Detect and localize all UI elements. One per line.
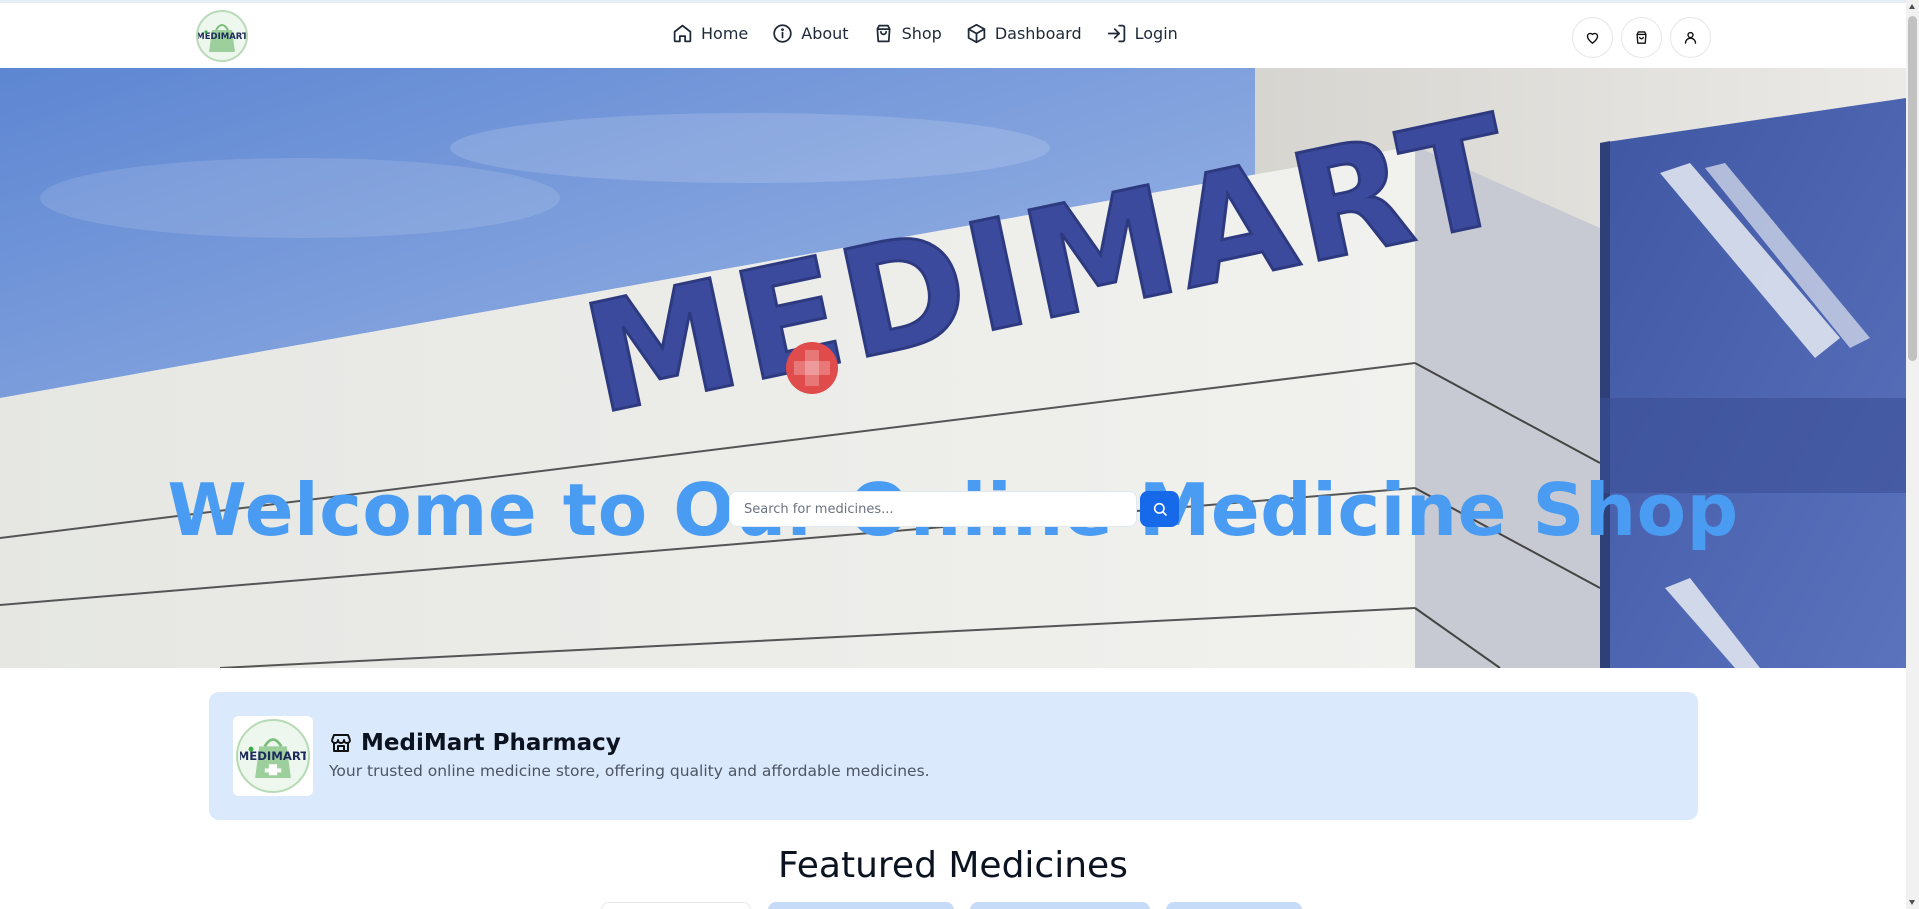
nav-login[interactable]: Login — [1106, 23, 1178, 44]
user-icon — [1684, 31, 1697, 44]
scroll-thumb[interactable] — [1908, 16, 1917, 361]
hero-building-image: MEDIMART — [0, 68, 1906, 668]
nav-shop-label: Shop — [901, 24, 942, 43]
navbar: MEDIMART Home About Shop Dashboard Login — [0, 3, 1906, 68]
search-bar — [729, 491, 1179, 527]
store-info-card: MEDIMART MediMart Pharmacy Your trusted … — [209, 692, 1698, 820]
featured-medicines-heading: Featured Medicines — [778, 845, 1128, 886]
nav-home-label: Home — [701, 24, 749, 43]
search-input[interactable] — [729, 491, 1137, 527]
product-card[interactable] — [1166, 902, 1302, 909]
nav-home[interactable]: Home — [672, 23, 748, 44]
heart-icon — [1586, 32, 1599, 44]
account-button[interactable] — [1670, 17, 1711, 58]
search-button[interactable] — [1140, 491, 1179, 527]
store-logo: MEDIMART — [233, 716, 313, 796]
store-description: Your trusted online medicine store, offe… — [329, 762, 930, 780]
hero-banner: MEDIMART Welcome to Our Online Medicine … — [0, 68, 1906, 668]
login-icon — [1107, 24, 1125, 43]
product-card[interactable] — [601, 902, 751, 909]
page-scrollbar[interactable] — [1906, 0, 1919, 909]
wishlist-button[interactable] — [1572, 17, 1613, 58]
product-card[interactable] — [970, 902, 1150, 909]
svg-text:MEDIMART: MEDIMART — [198, 32, 246, 42]
nav-about[interactable]: About — [772, 23, 849, 44]
nav-login-label: Login — [1134, 24, 1178, 43]
store-name: MediMart Pharmacy — [361, 730, 621, 756]
nav-actions — [1572, 17, 1711, 58]
cart-icon — [1636, 31, 1647, 44]
info-icon — [773, 24, 792, 43]
shopping-bag-icon — [876, 24, 891, 43]
scroll-down-arrow-icon[interactable] — [1909, 900, 1915, 905]
medimart-logo-icon: MEDIMART — [198, 24, 246, 52]
product-card[interactable] — [768, 902, 954, 909]
home-icon — [673, 24, 692, 43]
nav-dashboard[interactable]: Dashboard — [966, 23, 1082, 44]
nav-about-label: About — [801, 24, 849, 43]
scroll-up-arrow-icon[interactable] — [1909, 4, 1915, 9]
medimart-logo-icon: MEDIMART — [240, 738, 306, 778]
main-nav: Home About Shop Dashboard Login — [672, 23, 1178, 44]
brand-logo[interactable]: MEDIMART — [196, 10, 248, 62]
package-icon — [967, 23, 986, 44]
search-icon — [1153, 502, 1167, 516]
store-title-row: MediMart Pharmacy — [329, 730, 621, 756]
cart-button[interactable] — [1621, 17, 1662, 58]
nav-dashboard-label: Dashboard — [994, 24, 1082, 43]
store-icon — [331, 734, 351, 752]
nav-shop[interactable]: Shop — [873, 23, 942, 44]
